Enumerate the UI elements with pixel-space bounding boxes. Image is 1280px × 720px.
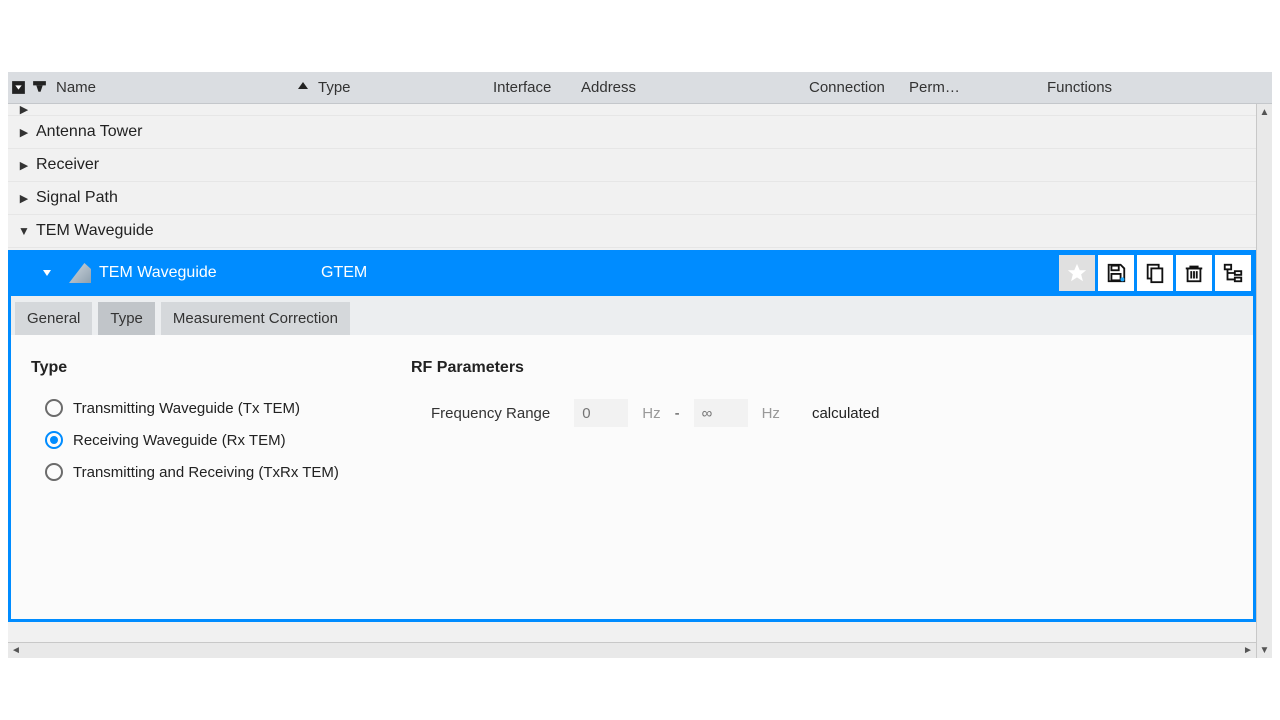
delete-button[interactable]	[1176, 255, 1212, 291]
structure-button[interactable]	[1215, 255, 1251, 291]
scroll-right-icon[interactable]: ►	[1240, 645, 1256, 656]
tab-general[interactable]: General	[15, 302, 92, 335]
tab-measurement-correction[interactable]: Measurement Correction	[161, 302, 350, 335]
tree-row-label: Receiver	[36, 156, 99, 174]
waveguide-icon	[69, 263, 91, 283]
column-interface[interactable]: Interface	[493, 79, 581, 96]
detail-panel: General Type Measurement Correction Type…	[8, 296, 1256, 622]
column-perm[interactable]: Perm…	[909, 79, 1047, 96]
selected-row-name: TEM Waveguide	[99, 264, 321, 282]
freq-from-input[interactable]	[574, 399, 628, 427]
radio-icon[interactable]	[45, 399, 63, 417]
column-address[interactable]: Address	[581, 79, 809, 96]
column-header: Name Type Interface Address Connection P…	[8, 72, 1272, 104]
radio-icon[interactable]	[45, 463, 63, 481]
scroll-down-icon[interactable]: ▼	[1257, 642, 1272, 658]
selected-row-type: GTEM	[321, 264, 367, 282]
tree-row[interactable]: ▼ TEM Waveguide	[8, 215, 1256, 248]
radio-txrx[interactable]: Transmitting and Receiving (TxRx TEM)	[31, 463, 411, 481]
sort-icon[interactable]	[288, 80, 318, 96]
tree-row-label: TEM Waveguide	[36, 222, 154, 240]
rf-heading: RF Parameters	[411, 359, 1233, 377]
tree-row[interactable]: ▶ Signal Path	[8, 182, 1256, 215]
tree-row-label: Signal Path	[36, 189, 118, 207]
favorite-button[interactable]	[1059, 255, 1095, 291]
vertical-scrollbar[interactable]: ▲ ▼	[1256, 104, 1272, 658]
dropdown-icon[interactable]	[8, 79, 29, 96]
column-type[interactable]: Type	[318, 79, 493, 96]
save-button[interactable]	[1098, 255, 1134, 291]
scroll-left-icon[interactable]: ◄	[8, 645, 24, 656]
tree-row[interactable]: ▶ Antenna Tower	[8, 116, 1256, 149]
freq-calculated: calculated	[812, 405, 880, 422]
copy-button[interactable]	[1137, 255, 1173, 291]
column-name[interactable]: Name	[56, 79, 288, 96]
expand-icon[interactable]: ▶	[12, 159, 36, 172]
collapse-icon[interactable]: ▼	[12, 224, 36, 238]
expand-icon[interactable]: ▶	[12, 192, 36, 205]
tree-row[interactable]: ▶	[8, 104, 1256, 116]
column-connection[interactable]: Connection	[809, 79, 909, 96]
radio-icon[interactable]	[45, 431, 63, 449]
expand-icon[interactable]: ▶	[12, 126, 36, 139]
radio-label: Transmitting and Receiving (TxRx TEM)	[73, 464, 339, 481]
radio-tx[interactable]: Transmitting Waveguide (Tx TEM)	[31, 399, 411, 417]
column-functions[interactable]: Functions	[1047, 79, 1272, 96]
tree-row-label: Antenna Tower	[36, 123, 142, 141]
freq-dash: -	[675, 405, 680, 422]
radio-label: Receiving Waveguide (Rx TEM)	[73, 432, 286, 449]
expand-icon[interactable]: ▶	[12, 104, 36, 116]
selected-row[interactable]: TEM Waveguide GTEM	[8, 250, 1256, 296]
freq-to-unit: Hz	[762, 405, 780, 422]
radio-rx[interactable]: Receiving Waveguide (Rx TEM)	[31, 431, 411, 449]
type-heading: Type	[31, 359, 411, 377]
filter-icon[interactable]	[29, 79, 50, 96]
horizontal-scrollbar[interactable]: ◄ ►	[8, 642, 1256, 658]
collapse-icon[interactable]	[35, 267, 59, 279]
freq-range-label: Frequency Range	[431, 405, 550, 422]
freq-from-unit: Hz	[642, 405, 660, 422]
scroll-up-icon[interactable]: ▲	[1257, 104, 1272, 120]
tree-row[interactable]: ▶ Receiver	[8, 149, 1256, 182]
radio-label: Transmitting Waveguide (Tx TEM)	[73, 400, 300, 417]
tab-type[interactable]: Type	[98, 302, 155, 335]
tab-strip: General Type Measurement Correction	[11, 296, 1253, 335]
freq-to-input[interactable]	[694, 399, 748, 427]
